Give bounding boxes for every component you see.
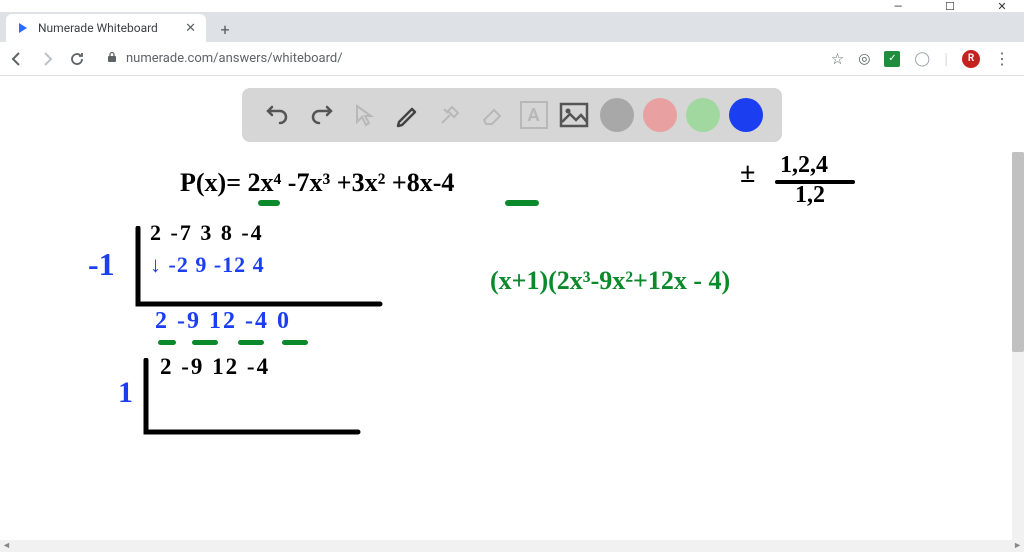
whiteboard-toolbar: A — [242, 88, 782, 142]
underline-mark — [192, 340, 218, 345]
eraser-tool-icon[interactable] — [476, 98, 510, 132]
color-blue-swatch[interactable] — [729, 98, 763, 132]
whiteboard-canvas[interactable]: P(x)= 2x⁴ -7x³ +3x² +8x-4 ± 1,2,4 1,2 -1… — [10, 156, 1010, 542]
underline-mark — [238, 340, 264, 345]
back-button[interactable] — [8, 50, 26, 68]
reload-button[interactable] — [68, 50, 86, 68]
profile-avatar[interactable]: R — [962, 50, 980, 68]
close-tab-icon[interactable]: ✕ — [185, 21, 196, 36]
vertical-scrollbar[interactable] — [1012, 152, 1024, 540]
tab-strip: Numerade Whiteboard ✕ + — [0, 12, 1024, 42]
factored-expression: (x+1)(2x³-9x²+12x - 4) — [490, 266, 730, 296]
lock-icon — [106, 51, 118, 67]
syn-div-2-divisor: 1 — [118, 376, 133, 410]
polynomial-expression: P(x)= 2x⁴ -7x³ +3x² +8x-4 — [180, 168, 454, 198]
window-title-bar: — ☐ ✕ — [0, 0, 1024, 12]
page-content: A P(x)= 2x⁴ -7x³ +3x² +8x-4 ± 1,2,4 1,2 … — [0, 76, 1024, 552]
scrollbar-thumb[interactable] — [1012, 152, 1024, 352]
syn-div-2-row1: 2 -9 12 -4 — [160, 354, 270, 380]
tools-icon[interactable] — [433, 98, 467, 132]
shield-icon[interactable]: ◎ — [858, 51, 870, 67]
syn-div-1-divisor: -1 — [88, 246, 115, 283]
url-text: numerade.com/answers/whiteboard/ — [126, 51, 343, 66]
address-bar: numerade.com/answers/whiteboard/ ☆ ◎ ✓ ◯… — [0, 42, 1024, 76]
underline-mark — [158, 340, 176, 345]
syn-div-1-result: 2 -9 12 -4 0 — [155, 308, 291, 335]
text-tool-icon[interactable]: A — [520, 101, 548, 129]
horizontal-scrollbar[interactable]: ◄ ► — [0, 540, 1024, 552]
scroll-left-icon[interactable]: ◄ — [2, 540, 11, 552]
site-favicon-icon — [16, 21, 30, 35]
scroll-right-icon[interactable]: ► — [1013, 540, 1022, 552]
syn-div-1-row1: 2 -7 3 8 -4 — [150, 220, 264, 246]
undo-button[interactable] — [261, 98, 295, 132]
menu-icon[interactable]: ⋮ — [994, 49, 1010, 68]
redo-button[interactable] — [304, 98, 338, 132]
rational-roots-numerator: 1,2,4 — [780, 152, 828, 179]
image-tool-icon[interactable] — [557, 98, 591, 132]
color-red-swatch[interactable] — [643, 98, 677, 132]
checkmark-extension-icon[interactable]: ✓ — [884, 51, 900, 67]
forward-button[interactable] — [38, 50, 56, 68]
cursor-tool-icon[interactable] — [347, 98, 381, 132]
maximize-button[interactable]: ☐ — [936, 0, 964, 13]
rational-roots-denominator: 1,2 — [795, 182, 825, 209]
underline-mark — [282, 340, 308, 345]
headset-icon[interactable]: ◯ — [914, 51, 930, 67]
syn-div-1-row2: ↓ -2 9 -12 4 — [150, 252, 265, 278]
underline-mark — [258, 200, 280, 206]
url-field[interactable]: numerade.com/answers/whiteboard/ — [98, 51, 819, 67]
extension-icons: ☆ ◎ ✓ ◯ | R ⋮ — [831, 49, 1016, 68]
plus-minus: ± — [740, 158, 755, 190]
new-tab-button[interactable]: + — [212, 16, 238, 42]
tab-title: Numerade Whiteboard — [38, 21, 158, 35]
browser-tab[interactable]: Numerade Whiteboard ✕ — [6, 14, 206, 42]
color-gray-swatch[interactable] — [600, 98, 634, 132]
close-window-button[interactable]: ✕ — [988, 0, 1016, 13]
underline-mark — [505, 200, 539, 206]
color-green-swatch[interactable] — [686, 98, 720, 132]
star-icon[interactable]: ☆ — [831, 50, 844, 68]
pen-tool-icon[interactable] — [390, 98, 424, 132]
minimize-button[interactable]: — — [884, 0, 912, 13]
